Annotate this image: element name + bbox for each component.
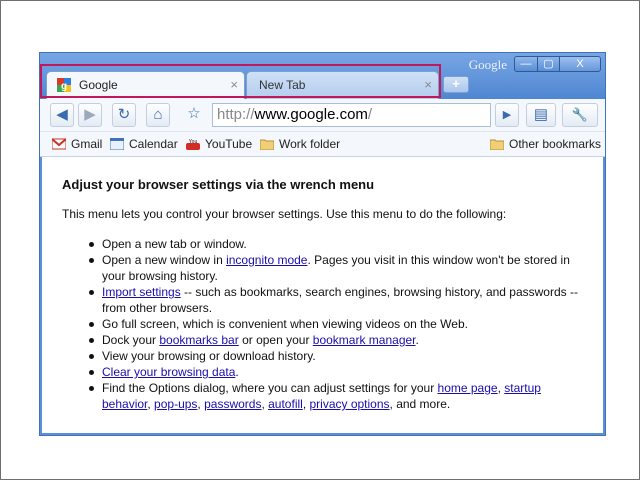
navigation-toolbar: ◀ ▶ ↻ ⌂ ☆ http://www.google.com/ ▶ ▤ 🔧 [40, 99, 605, 132]
bookmark-label: Gmail [71, 137, 103, 151]
bookmark-gmail[interactable]: Gmail [52, 136, 102, 152]
list-item: Go full screen, which is convenient when… [84, 316, 584, 332]
other-bookmarks-label: Other bookmarks [509, 137, 602, 151]
gmail-icon [52, 138, 66, 150]
address-bar[interactable]: http://www.google.com/ [212, 103, 491, 127]
browser-window: Google — ▢ X g Google × New Tab × + ◀ ▶ … [39, 52, 606, 436]
url-path: / [367, 106, 373, 123]
svg-text:You: You [189, 139, 198, 145]
bookmark-star-button[interactable]: ☆ [182, 103, 206, 127]
tab-highlight-box [40, 64, 441, 98]
page-content: Adjust your browser settings via the wre… [42, 157, 603, 433]
page-heading: Adjust your browser settings via the wre… [62, 177, 375, 192]
bookmark-label: Work folder [279, 137, 341, 151]
intro-text: This menu lets you control your browser … [62, 207, 507, 221]
calendar-icon [110, 138, 124, 150]
bookmarks-bar-link[interactable]: bookmarks bar [159, 333, 238, 347]
home-button[interactable]: ⌂ [146, 103, 170, 127]
window-brand: Google [468, 57, 507, 72]
folder-icon [260, 139, 274, 150]
forward-button[interactable]: ▶ [78, 103, 102, 127]
star-icon: ☆ [187, 105, 201, 122]
pop-ups-link[interactable]: pop-ups [154, 397, 197, 411]
reload-icon: ↻ [117, 106, 131, 123]
bookmark-label: Calendar [129, 137, 178, 151]
url-host: www.google.com [254, 106, 368, 123]
youtube-icon: You [186, 139, 200, 150]
import-settings-link[interactable]: Import settings [102, 285, 181, 299]
list-item: Dock your bookmarks bar or open your boo… [84, 332, 584, 348]
home-page-link[interactable]: home page [438, 381, 498, 395]
folder-icon [490, 139, 504, 150]
autofill-link[interactable]: autofill [268, 397, 303, 411]
wrench-icon: 🔧 [571, 107, 589, 122]
wrench-menu-button[interactable]: 🔧 [562, 103, 598, 127]
back-arrow-icon: ◀ [56, 106, 68, 123]
list-item: View your browsing or download history. [84, 348, 584, 364]
list-item: Open a new window in incognito mode. Pag… [84, 252, 584, 284]
page-menu-icon: ▤ [533, 106, 549, 123]
other-bookmarks[interactable]: Other bookmarks [490, 136, 601, 152]
page-menu-button[interactable]: ▤ [526, 103, 556, 127]
clear-browsing-data-link[interactable]: Clear your browsing data [102, 365, 235, 379]
bookmarks-bar: Gmail Calendar You YouTube Work folder Ot… [40, 132, 605, 157]
forward-arrow-icon: ▶ [84, 106, 96, 123]
go-arrow-icon: ▶ [502, 109, 512, 121]
feature-list: Open a new tab or window. Open a new win… [84, 236, 584, 412]
bookmark-label: YouTube [205, 137, 253, 151]
list-item: Open a new tab or window. [84, 236, 584, 252]
bookmark-youtube[interactable]: You YouTube [186, 136, 252, 152]
list-item: Find the Options dialog, where you can a… [84, 380, 584, 412]
bookmark-work-folder[interactable]: Work folder [260, 136, 340, 152]
list-item: Import settings -- such as bookmarks, se… [84, 284, 584, 316]
go-button[interactable]: ▶ [495, 103, 519, 127]
url-scheme: http:// [217, 106, 255, 123]
list-item: Clear your browsing data. [84, 364, 584, 380]
back-button[interactable]: ◀ [50, 103, 74, 127]
reload-button[interactable]: ↻ [112, 103, 136, 127]
new-tab-button[interactable]: + [443, 76, 469, 93]
minimize-button[interactable]: — [514, 56, 538, 72]
home-icon: ⌂ [153, 106, 163, 123]
passwords-link[interactable]: passwords [204, 397, 261, 411]
bookmark-manager-link[interactable]: bookmark manager [313, 333, 416, 347]
bookmark-calendar[interactable]: Calendar [110, 136, 178, 152]
maximize-button[interactable]: ▢ [537, 56, 560, 72]
close-window-button[interactable]: X [559, 56, 601, 72]
incognito-mode-link[interactable]: incognito mode [226, 253, 307, 267]
privacy-options-link[interactable]: privacy options [309, 397, 389, 411]
